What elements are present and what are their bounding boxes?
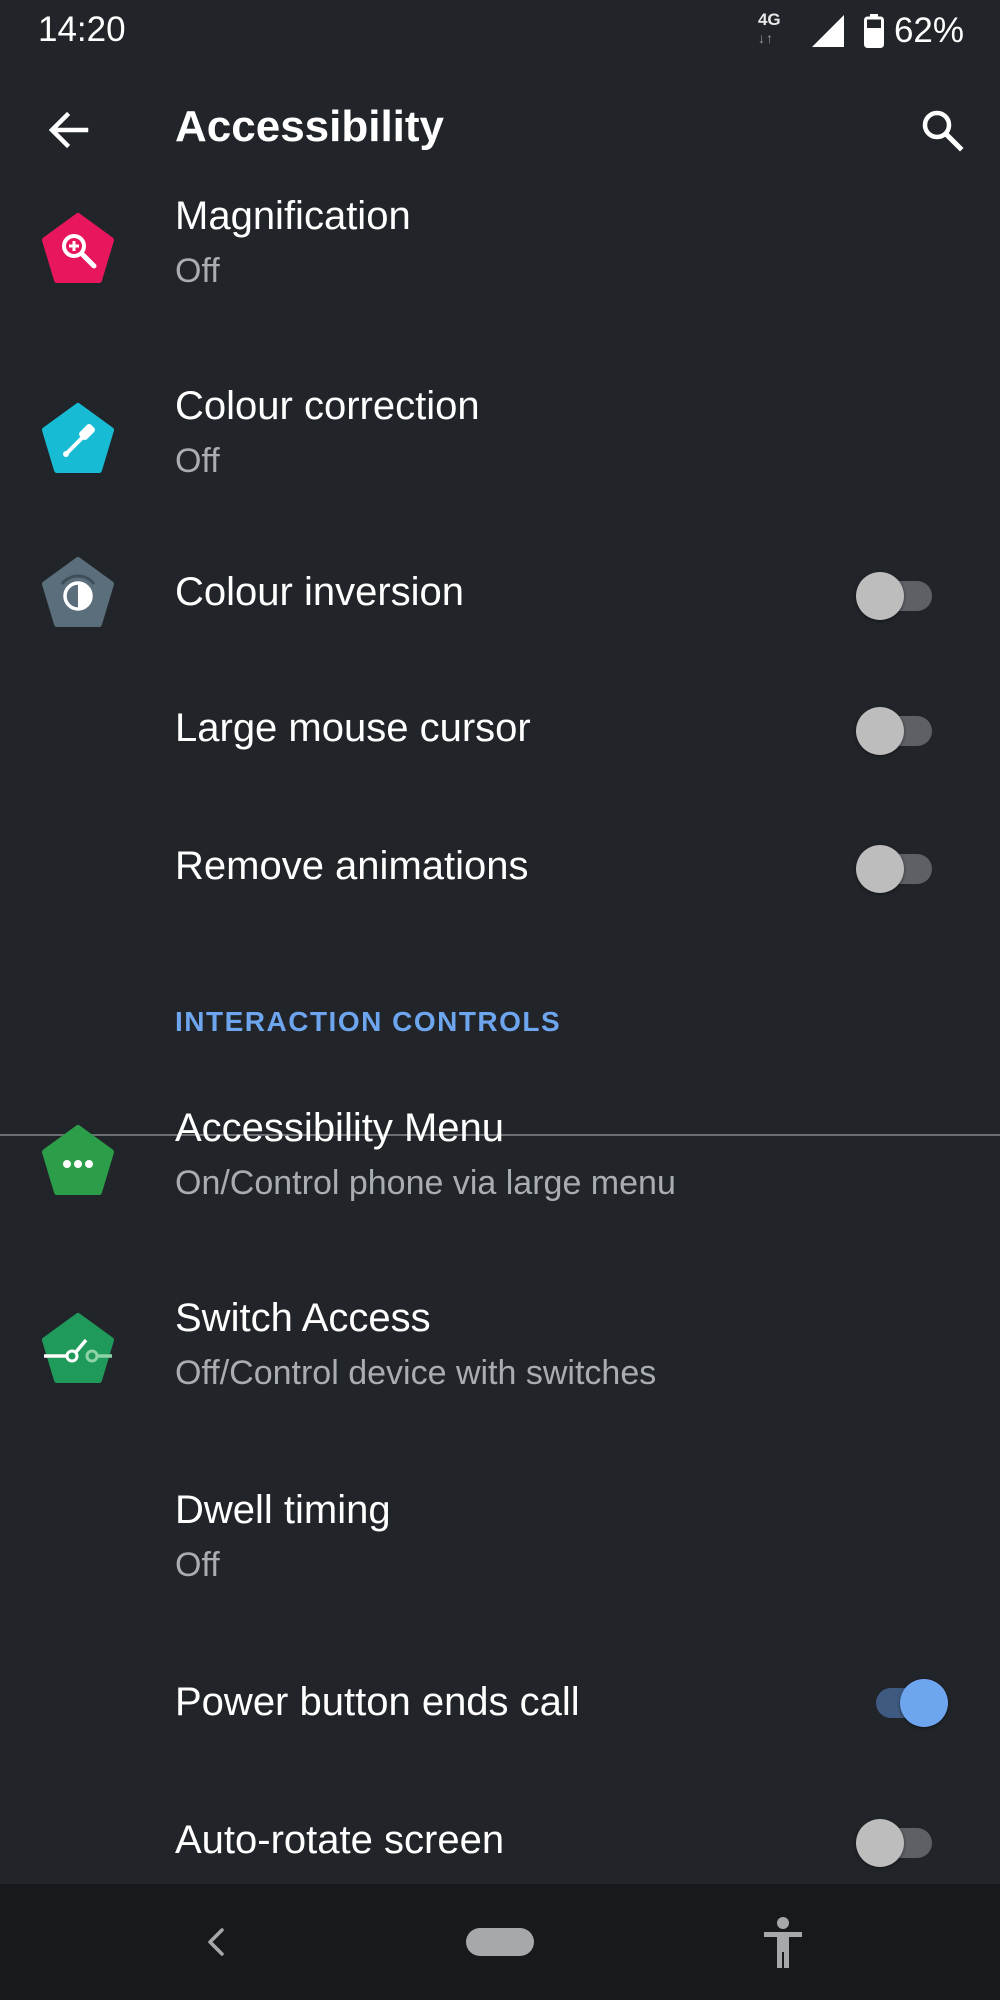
accessibility-menu-icon [42, 1125, 114, 1195]
colour-inversion-icon [42, 557, 114, 627]
setting-summary: Off [175, 252, 220, 290]
setting-title: Magnification [175, 194, 411, 238]
network-type-label: 4G [757, 10, 781, 29]
power-button-ends-call-toggle[interactable] [866, 1676, 948, 1727]
battery-percentage: 62% [893, 11, 964, 50]
setting-title: Colour inversion [175, 570, 465, 614]
setting-auto-rotate-screen[interactable]: Auto-rotate screen [0, 1800, 1000, 1884]
setting-switch-access[interactable]: Switch Access Off/Control device with sw… [0, 1294, 1000, 1434]
toggle-thumb [856, 1819, 904, 1867]
accessibility-person-icon[interactable] [758, 1914, 808, 1970]
setting-summary: On/Control phone via large menu [175, 1164, 676, 1202]
arrow-left-icon [48, 111, 89, 149]
battery-icon [863, 14, 884, 48]
setting-title: Switch Access [175, 1296, 431, 1340]
section-header-interaction-controls: INTERACTION CONTROLS [175, 1006, 562, 1037]
setting-title: Dwell timing [175, 1488, 391, 1532]
toggle-thumb [856, 572, 904, 620]
navigation-bar [0, 1884, 1000, 2000]
app-bar: Accessibility [0, 62, 1000, 194]
setting-summary: Off [175, 442, 220, 480]
setting-large-mouse-cursor[interactable]: Large mouse cursor [0, 664, 1000, 784]
toggle-thumb [856, 845, 904, 893]
setting-colour-inversion[interactable]: Colour inversion [0, 534, 1000, 654]
setting-title: Remove animations [175, 844, 529, 888]
setting-title: Power button ends call [175, 1680, 580, 1724]
signal-strength-icon [811, 15, 844, 47]
nav-back-icon[interactable] [196, 1920, 236, 1964]
status-time: 14:20 [38, 10, 126, 49]
setting-dwell-timing[interactable]: Dwell timing Off [0, 1486, 1000, 1626]
large-mouse-cursor-toggle[interactable] [856, 704, 936, 755]
auto-rotate-screen-toggle[interactable] [856, 1816, 936, 1867]
setting-power-button-ends-call[interactable]: Power button ends call [0, 1660, 1000, 1780]
colour-inversion-toggle[interactable] [856, 569, 936, 620]
toggle-thumb [856, 707, 904, 755]
status-bar: 14:20 4G ↓↑ 62% [0, 0, 1000, 62]
toggle-thumb [900, 1679, 948, 1727]
accessibility-settings-screen: 14:20 4G ↓↑ 62% Accessibility Magnificat… [0, 0, 1000, 2000]
setting-title: Auto-rotate screen [175, 1818, 505, 1862]
remove-animations-toggle[interactable] [856, 842, 936, 893]
network-type-icon: 4G ↓↑ [756, 10, 790, 52]
setting-summary: Off/Control device with switches [175, 1354, 657, 1392]
eyedropper-icon [42, 403, 114, 473]
switch-access-icon [42, 1313, 114, 1383]
search-button[interactable] [908, 96, 976, 164]
network-activity-arrows: ↓↑ [757, 30, 774, 46]
page-title: Accessibility [175, 102, 445, 151]
setting-title: Large mouse cursor [175, 706, 531, 750]
setting-title: Colour correction [175, 384, 480, 428]
setting-colour-correction[interactable]: Colour correction Off [0, 384, 1000, 524]
setting-remove-animations[interactable]: Remove animations [0, 804, 1000, 924]
search-icon [922, 110, 964, 152]
status-icons: 4G ↓↑ 62% [756, 10, 964, 52]
setting-magnification[interactable]: Magnification Off [0, 194, 1000, 334]
home-pill-icon[interactable] [466, 1928, 534, 1956]
back-button[interactable] [34, 96, 102, 164]
setting-title: Accessibility Menu [175, 1106, 505, 1150]
magnification-icon [42, 213, 114, 283]
setting-accessibility-menu[interactable]: Accessibility Menu On/Control phone via … [0, 1104, 1000, 1244]
setting-summary: Off [175, 1546, 220, 1584]
